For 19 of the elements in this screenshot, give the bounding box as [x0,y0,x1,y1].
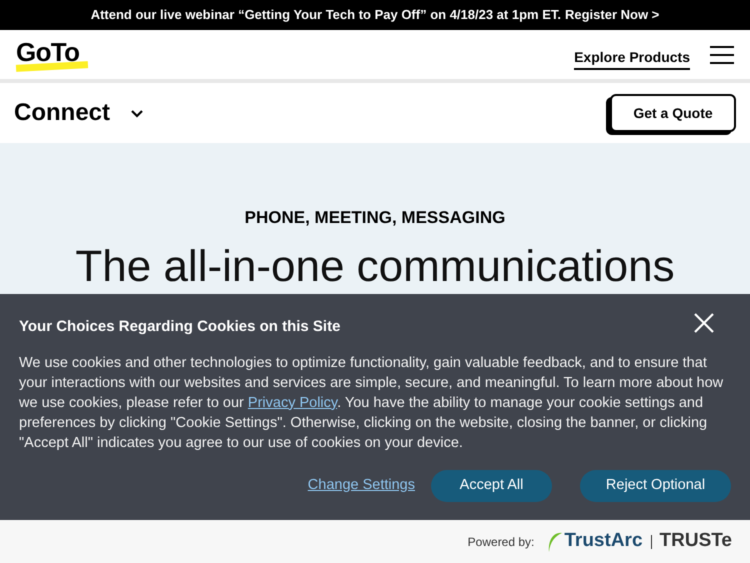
cookie-description: We use cookies and other technologies to optimize functionality, gain valuable feedback, and to ensure that your interactions with our websites and services are simple, secure, and meaningful. To learn more about how we use cookies, please refer to our Privacy Policy. You have the ability to manage your cookie settings and preferences by clicking "Cookie Settings". Otherwise, clicking on the website, closing the banner, or clicking "Accept All" indicates you agree to our use of cookies on your device. [19,354,724,452]
trustarc-logo: TrustArc [564,529,643,554]
cookie-title: Your Choices Regarding Cookies on this Site [19,317,340,337]
chevron-down-icon[interactable] [130,108,144,118]
reject-optional-button[interactable]: Reject Optional [580,470,731,502]
product-name: Connect [14,98,110,128]
hero-headline: The all-in-one communications [75,242,675,290]
menu-icon[interactable] [710,46,734,64]
privacy-policy-link[interactable]: Privacy Policy [248,394,338,410]
change-settings-link[interactable]: Change Settings [308,474,415,496]
logo[interactable]: GoTo [16,39,88,70]
explore-products-link[interactable]: Explore Products [574,47,690,70]
announcement-text: Attend our live webinar “Getting Your Tech to Pay Off” on 4/18/23 at 1pm ET. [90,6,561,24]
register-link[interactable]: Register Now > [564,5,660,25]
powered-by-text: Powered by: [468,534,534,550]
accept-all-button[interactable]: Accept All [431,470,552,502]
truste-logo: TRUSTe [660,529,732,554]
close-icon[interactable] [694,313,714,333]
hero-eyebrow: PHONE, MEETING, MESSAGING [244,207,506,229]
